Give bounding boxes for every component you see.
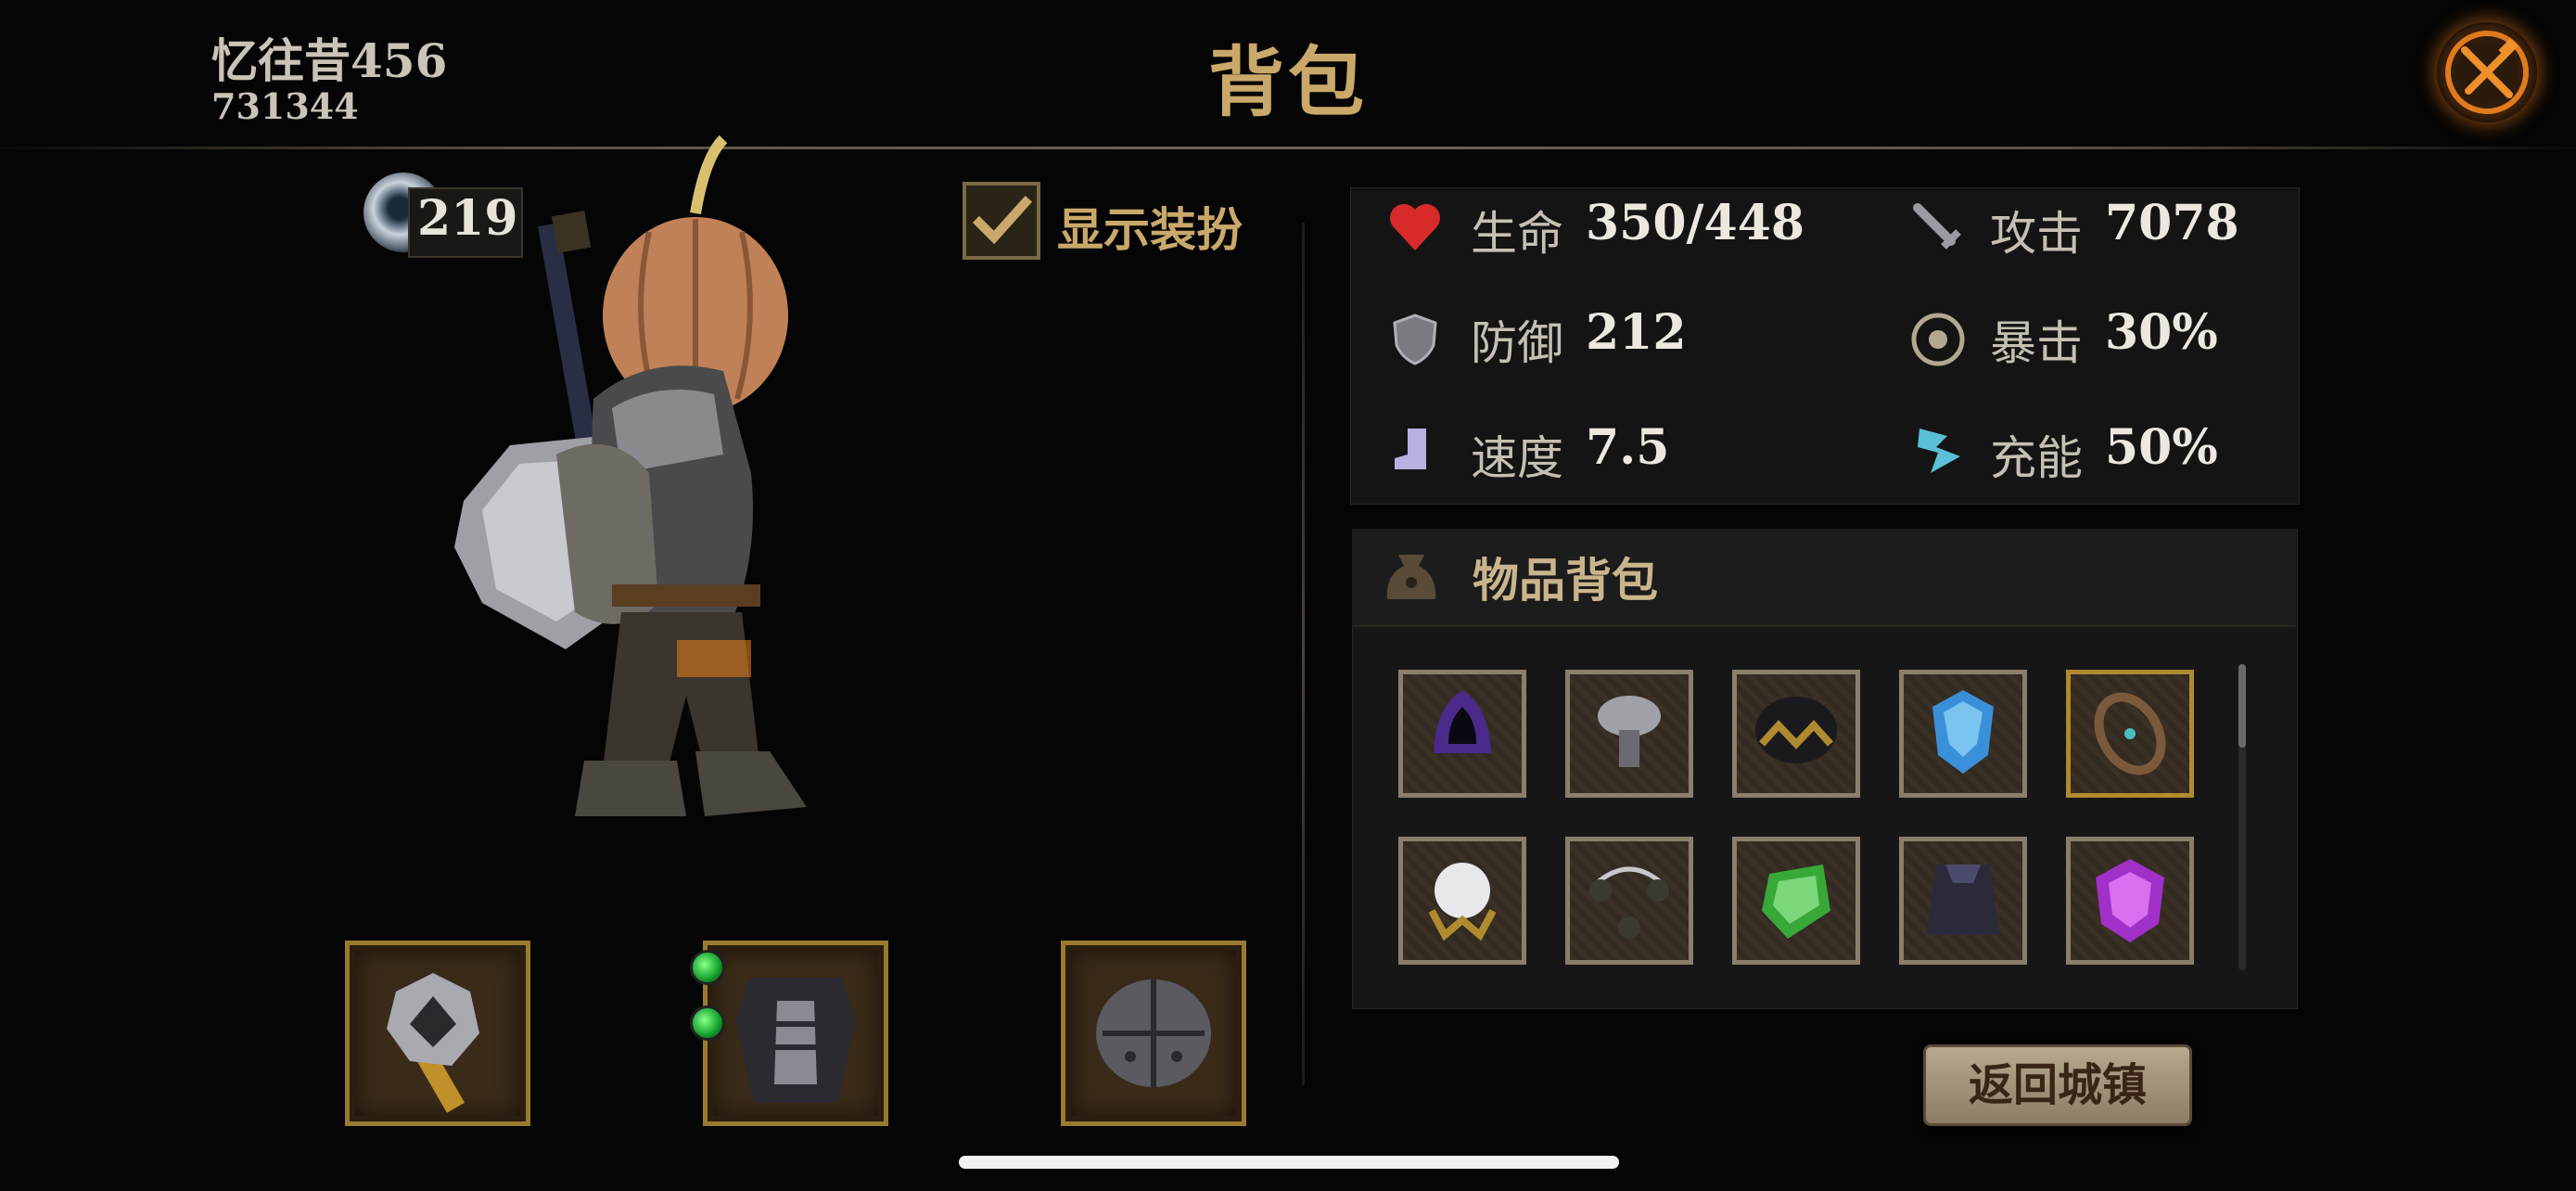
close-button[interactable]: [2437, 22, 2537, 122]
bag-slot[interactable]: [1899, 670, 2027, 798]
stat-defense-value: 212: [1586, 304, 1687, 361]
green-gem-icon: [1762, 864, 1830, 939]
sword-icon: [1913, 203, 1961, 250]
stat-attack-label: 攻击: [1990, 207, 2083, 261]
bag-icon: [1386, 555, 1436, 599]
show-costume-label[interactable]: 显示装扮: [1057, 193, 1243, 260]
shield-icon: [1393, 314, 1437, 365]
equip-slot-weapon[interactable]: [345, 941, 530, 1126]
heart-icon: [1390, 204, 1440, 250]
page-title: 背包: [1207, 38, 1368, 127]
home-indicator[interactable]: [959, 1156, 1619, 1169]
panel-divider: [1302, 223, 1305, 1085]
energy-icon: [1918, 429, 1960, 473]
bag-slot[interactable]: [1732, 670, 1860, 798]
bag-scrollbar-thumb[interactable]: [2238, 664, 2246, 748]
bag-slot[interactable]: [1565, 670, 1693, 798]
checkmark-icon: [972, 195, 1033, 245]
crossed-tools-icon: [2445, 31, 2529, 114]
stat-hp-label: 生命: [1471, 207, 1563, 261]
stat-hp-value: 350/448: [1586, 195, 1805, 251]
dark-cape-icon: [1927, 864, 1999, 935]
equip-slot-helmet[interactable]: [1061, 941, 1246, 1126]
iron-helmet-icon: [1096, 980, 1211, 1087]
purple-hood-icon: [1434, 690, 1491, 753]
chain-bracelet-icon: [2094, 692, 2166, 775]
equip-slot-armor[interactable]: [703, 941, 888, 1126]
gem-socket-1: [690, 950, 725, 985]
bag-title: 物品背包: [1473, 553, 1658, 608]
bag-slot[interactable]: [2066, 837, 2194, 965]
stat-speed-label: 速度: [1471, 431, 1563, 485]
bag-slot[interactable]: [1899, 837, 2027, 965]
stat-crit-label: 暴击: [1990, 316, 2083, 370]
show-costume-checkbox[interactable]: [963, 182, 1040, 260]
stat-energy-label: 充能: [1990, 431, 2083, 485]
blue-gem-icon: [1932, 690, 1994, 774]
boot-icon: [1395, 429, 1426, 469]
character-model[interactable]: [445, 121, 964, 900]
stat-speed-value: 7.5: [1586, 419, 1670, 476]
stat-defense-label: 防御: [1471, 316, 1563, 370]
morningstar-chain-icon: [1589, 866, 1669, 939]
dark-crown-icon: [1755, 697, 1837, 763]
purple-gem-icon: [2096, 859, 2164, 942]
pearl-amulet-icon: [1428, 863, 1497, 941]
stat-energy-value: 50%: [2105, 419, 2218, 476]
chest-armor-icon: [735, 978, 856, 1103]
stat-attack-value: 7078: [2105, 195, 2239, 251]
return-to-town-button[interactable]: 返回城镇: [1923, 1044, 2192, 1126]
steel-gauntlet-icon: [1598, 696, 1661, 767]
bag-slot[interactable]: [2066, 670, 2194, 798]
mace-icon: [387, 973, 479, 1113]
bag-slot[interactable]: [1398, 837, 1526, 965]
bag-slot[interactable]: [1732, 837, 1860, 965]
header-divider: [0, 147, 2576, 149]
crit-icon: [1911, 313, 1965, 366]
bag-slot[interactable]: [1565, 837, 1693, 965]
stat-crit-value: 30%: [2105, 304, 2218, 361]
bag-slot[interactable]: [1398, 670, 1526, 798]
gem-socket-2: [690, 1005, 725, 1041]
